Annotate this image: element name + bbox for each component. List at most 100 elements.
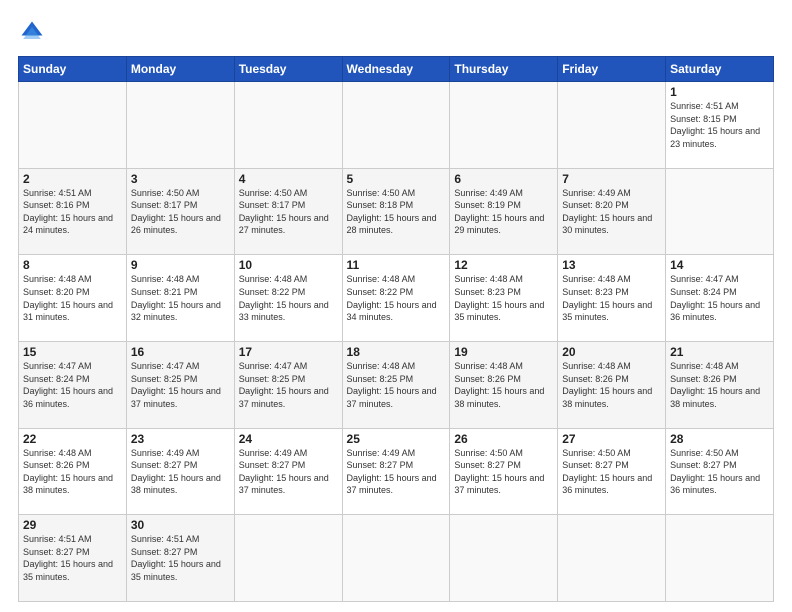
day-number: 27: [562, 432, 661, 446]
calendar-day-cell: 10Sunrise: 4:48 AMSunset: 8:22 PMDayligh…: [234, 255, 342, 342]
calendar-day-cell: 3 Sunrise: 4:50 AMSunset: 8:17 PMDaylight…: [126, 168, 234, 255]
calendar-day-cell: [558, 515, 666, 602]
calendar-day-cell: 22 Sunrise: 4:48 AMSunset: 8:26 PMDayligh…: [19, 428, 127, 515]
day-info: Sunrise: 4:49 AMSunset: 8:19 PMDaylight:…: [454, 188, 544, 236]
calendar-day-header: Friday: [558, 57, 666, 82]
calendar-day-cell: [126, 82, 234, 169]
day-number: 13: [562, 258, 661, 272]
day-number: 2: [23, 172, 122, 186]
day-number: 7: [562, 172, 661, 186]
day-number: 22: [23, 432, 122, 446]
calendar-day-cell: [450, 515, 558, 602]
calendar-day-cell: 1 Sunrise: 4:51 AMSunset: 8:15 PMDaylight…: [666, 82, 774, 169]
calendar-week-row: 8 Sunrise: 4:48 AMSunset: 8:20 PMDaylight…: [19, 255, 774, 342]
day-number: 28: [670, 432, 769, 446]
day-info: Sunrise: 4:48 AMSunset: 8:20 PMDaylight:…: [23, 274, 113, 322]
calendar-day-cell: 17 Sunrise: 4:47 AMSunset: 8:25 PMDayligh…: [234, 341, 342, 428]
day-number: 12: [454, 258, 553, 272]
page: SundayMondayTuesdayWednesdayThursdayFrid…: [0, 0, 792, 612]
calendar-day-header: Sunday: [19, 57, 127, 82]
day-number: 29: [23, 518, 122, 532]
day-info: Sunrise: 4:48 AMSunset: 8:26 PMDaylight:…: [670, 361, 760, 409]
calendar-day-header: Monday: [126, 57, 234, 82]
day-number: 15: [23, 345, 122, 359]
day-number: 18: [347, 345, 446, 359]
calendar-day-cell: 2Sunrise: 4:51 AMSunset: 8:16 PMDaylight…: [19, 168, 127, 255]
calendar-day-header: Thursday: [450, 57, 558, 82]
calendar-day-cell: [558, 82, 666, 169]
day-info: Sunrise: 4:50 AMSunset: 8:17 PMDaylight:…: [131, 188, 221, 236]
calendar-week-row: 1 Sunrise: 4:51 AMSunset: 8:15 PMDaylight…: [19, 82, 774, 169]
calendar-day-cell: [666, 515, 774, 602]
calendar-day-cell: 29 Sunrise: 4:51 AMSunset: 8:27 PMDayligh…: [19, 515, 127, 602]
day-number: 20: [562, 345, 661, 359]
calendar-day-cell: 11Sunrise: 4:48 AMSunset: 8:22 PMDayligh…: [342, 255, 450, 342]
day-number: 8: [23, 258, 122, 272]
day-number: 23: [131, 432, 230, 446]
day-info: Sunrise: 4:48 AMSunset: 8:23 PMDaylight:…: [454, 274, 544, 322]
calendar-day-header: Saturday: [666, 57, 774, 82]
calendar-day-cell: 18Sunrise: 4:48 AMSunset: 8:25 PMDayligh…: [342, 341, 450, 428]
day-info: Sunrise: 4:50 AMSunset: 8:27 PMDaylight:…: [454, 448, 544, 496]
day-info: Sunrise: 4:49 AMSunset: 8:27 PMDaylight:…: [347, 448, 437, 496]
calendar-week-row: 15 Sunrise: 4:47 AMSunset: 8:24 PMDayligh…: [19, 341, 774, 428]
day-info: Sunrise: 4:51 AMSunset: 8:15 PMDaylight:…: [670, 101, 760, 149]
calendar-day-cell: 21Sunrise: 4:48 AMSunset: 8:26 PMDayligh…: [666, 341, 774, 428]
day-info: Sunrise: 4:51 AMSunset: 8:27 PMDaylight:…: [23, 534, 113, 582]
day-number: 26: [454, 432, 553, 446]
calendar-day-cell: 30Sunrise: 4:51 AMSunset: 8:27 PMDayligh…: [126, 515, 234, 602]
day-number: 1: [670, 85, 769, 99]
day-info: Sunrise: 4:50 AMSunset: 8:18 PMDaylight:…: [347, 188, 437, 236]
calendar-day-cell: 25Sunrise: 4:49 AMSunset: 8:27 PMDayligh…: [342, 428, 450, 515]
calendar-header-row: SundayMondayTuesdayWednesdayThursdayFrid…: [19, 57, 774, 82]
logo-icon: [18, 18, 46, 46]
day-info: Sunrise: 4:47 AMSunset: 8:24 PMDaylight:…: [23, 361, 113, 409]
day-number: 3: [131, 172, 230, 186]
calendar-day-cell: 4 Sunrise: 4:50 AMSunset: 8:17 PMDaylight…: [234, 168, 342, 255]
logo: [18, 18, 50, 46]
day-number: 4: [239, 172, 338, 186]
calendar-day-cell: 6 Sunrise: 4:49 AMSunset: 8:19 PMDaylight…: [450, 168, 558, 255]
day-info: Sunrise: 4:47 AMSunset: 8:24 PMDaylight:…: [670, 274, 760, 322]
calendar-day-cell: 7Sunrise: 4:49 AMSunset: 8:20 PMDaylight…: [558, 168, 666, 255]
calendar-day-cell: 20 Sunrise: 4:48 AMSunset: 8:26 PMDayligh…: [558, 341, 666, 428]
calendar-day-header: Wednesday: [342, 57, 450, 82]
day-number: 11: [347, 258, 446, 272]
calendar-day-cell: [450, 82, 558, 169]
calendar-week-row: 22 Sunrise: 4:48 AMSunset: 8:26 PMDayligh…: [19, 428, 774, 515]
calendar-day-cell: 15 Sunrise: 4:47 AMSunset: 8:24 PMDayligh…: [19, 341, 127, 428]
day-info: Sunrise: 4:48 AMSunset: 8:23 PMDaylight:…: [562, 274, 652, 322]
day-number: 14: [670, 258, 769, 272]
day-info: Sunrise: 4:47 AMSunset: 8:25 PMDaylight:…: [131, 361, 221, 409]
day-info: Sunrise: 4:51 AMSunset: 8:27 PMDaylight:…: [131, 534, 221, 582]
day-number: 6: [454, 172, 553, 186]
calendar-day-cell: [342, 515, 450, 602]
calendar-day-cell: 14 Sunrise: 4:47 AMSunset: 8:24 PMDayligh…: [666, 255, 774, 342]
day-number: 17: [239, 345, 338, 359]
calendar-day-cell: 19 Sunrise: 4:48 AMSunset: 8:26 PMDayligh…: [450, 341, 558, 428]
day-number: 19: [454, 345, 553, 359]
day-info: Sunrise: 4:50 AMSunset: 8:27 PMDaylight:…: [562, 448, 652, 496]
calendar-day-cell: [234, 515, 342, 602]
calendar-day-cell: 12 Sunrise: 4:48 AMSunset: 8:23 PMDayligh…: [450, 255, 558, 342]
calendar-day-cell: 27 Sunrise: 4:50 AMSunset: 8:27 PMDayligh…: [558, 428, 666, 515]
day-number: 5: [347, 172, 446, 186]
calendar-day-cell: 13 Sunrise: 4:48 AMSunset: 8:23 PMDayligh…: [558, 255, 666, 342]
day-info: Sunrise: 4:47 AMSunset: 8:25 PMDaylight:…: [239, 361, 329, 409]
calendar-day-cell: [234, 82, 342, 169]
calendar-week-row: 2Sunrise: 4:51 AMSunset: 8:16 PMDaylight…: [19, 168, 774, 255]
calendar-week-row: 29 Sunrise: 4:51 AMSunset: 8:27 PMDayligh…: [19, 515, 774, 602]
day-info: Sunrise: 4:50 AMSunset: 8:17 PMDaylight:…: [239, 188, 329, 236]
day-info: Sunrise: 4:48 AMSunset: 8:26 PMDaylight:…: [562, 361, 652, 409]
calendar-day-cell: 23Sunrise: 4:49 AMSunset: 8:27 PMDayligh…: [126, 428, 234, 515]
day-info: Sunrise: 4:48 AMSunset: 8:22 PMDaylight:…: [239, 274, 329, 322]
day-info: Sunrise: 4:48 AMSunset: 8:26 PMDaylight:…: [454, 361, 544, 409]
calendar-day-cell: [342, 82, 450, 169]
day-info: Sunrise: 4:50 AMSunset: 8:27 PMDaylight:…: [670, 448, 760, 496]
day-info: Sunrise: 4:48 AMSunset: 8:21 PMDaylight:…: [131, 274, 221, 322]
calendar-day-cell: 8 Sunrise: 4:48 AMSunset: 8:20 PMDaylight…: [19, 255, 127, 342]
calendar-day-cell: 9Sunrise: 4:48 AMSunset: 8:21 PMDaylight…: [126, 255, 234, 342]
calendar-day-cell: 28 Sunrise: 4:50 AMSunset: 8:27 PMDayligh…: [666, 428, 774, 515]
day-info: Sunrise: 4:48 AMSunset: 8:26 PMDaylight:…: [23, 448, 113, 496]
calendar-day-cell: 5 Sunrise: 4:50 AMSunset: 8:18 PMDaylight…: [342, 168, 450, 255]
